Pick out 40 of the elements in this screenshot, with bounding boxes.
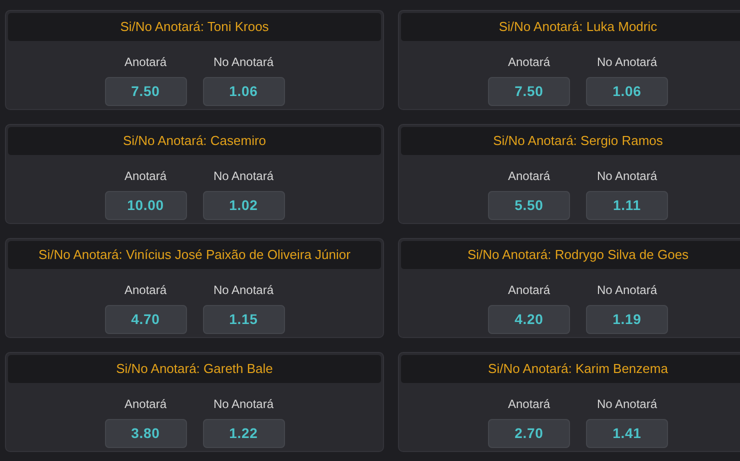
option-label: Anotará xyxy=(124,396,167,413)
market-title: Si/No Anotará: Gareth Bale xyxy=(116,360,273,378)
option-label: Anotará xyxy=(508,54,550,71)
market-title: Si/No Anotará: Sergio Ramos xyxy=(493,132,663,150)
option-label: Anotará xyxy=(124,54,167,71)
odds-button[interactable]: 1.41 xyxy=(586,419,668,448)
odds-button[interactable]: 1.06 xyxy=(202,77,284,106)
odds-button[interactable]: 1.22 xyxy=(202,419,284,448)
odds-button[interactable]: 4.70 xyxy=(104,305,186,334)
option-label: Anotará xyxy=(508,168,550,185)
option-label: No Anotará xyxy=(213,282,274,299)
market-title: Si/No Anotará: Casemiro xyxy=(122,132,266,150)
odds-button[interactable]: 5.50 xyxy=(488,191,570,220)
market-title: Si/No Anotará: Karim Benzema xyxy=(488,360,668,378)
odds-button[interactable]: 7.50 xyxy=(104,77,186,106)
market-title: Si/No Anotará: Rodrygo Silva de Goes xyxy=(467,246,689,264)
odds-button[interactable]: 1.06 xyxy=(586,77,668,106)
option-label: No Anotará xyxy=(596,54,658,71)
market-title: Si/No Anotará: Toni Kroos xyxy=(120,18,269,36)
option-label: Anotará xyxy=(124,168,167,185)
option-label: No Anotará xyxy=(213,54,274,71)
option-label: No Anotará xyxy=(596,282,658,299)
odds-button[interactable]: 1.15 xyxy=(202,305,284,334)
odds-button[interactable]: 7.50 xyxy=(488,77,570,106)
odds-button[interactable]: 3.80 xyxy=(104,419,186,448)
odds-button[interactable]: 4.20 xyxy=(488,305,570,334)
option-label: No Anotará xyxy=(596,168,658,185)
market-title: Si/No Anotará: Vinícius José Paixão de Oliveira Júnior xyxy=(38,246,350,264)
option-label: No Anotará xyxy=(213,396,274,413)
option-label: Anotará xyxy=(508,282,550,299)
odds-button[interactable]: 1.11 xyxy=(586,191,668,220)
option-label: Anotará xyxy=(124,282,167,299)
option-label: No Anotará xyxy=(596,396,658,413)
odds-button[interactable]: 2.70 xyxy=(488,419,570,448)
market-title: Si/No Anotará: Luka Modric xyxy=(498,18,658,36)
odds-button[interactable]: 1.19 xyxy=(586,305,668,334)
option-label: No Anotará xyxy=(213,168,274,185)
odds-button[interactable]: 10.00 xyxy=(104,191,186,220)
odds-button[interactable]: 1.02 xyxy=(202,191,284,220)
option-label: Anotará xyxy=(508,396,550,413)
